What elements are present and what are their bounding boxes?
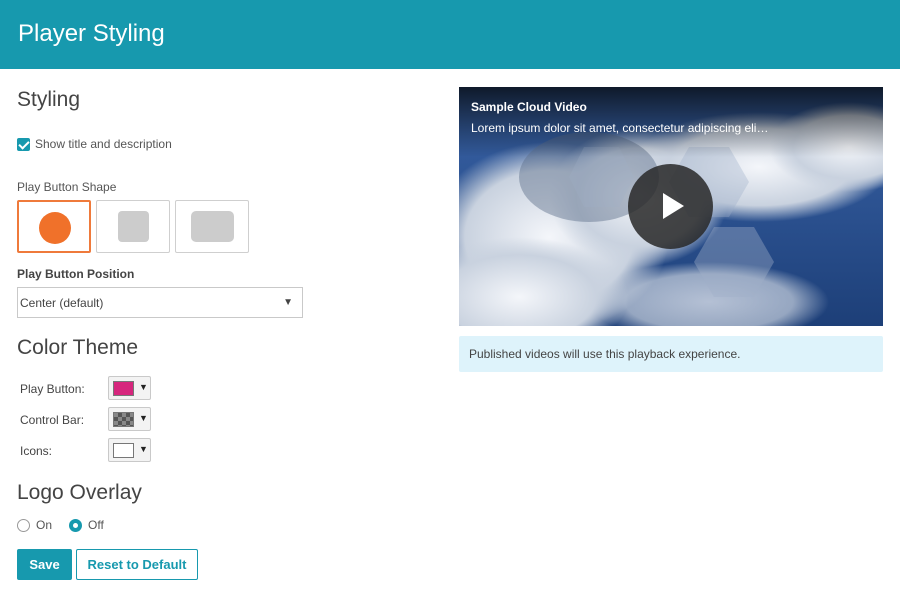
show-title-checkbox[interactable]: [17, 137, 30, 151]
play-button-color-label: Play Button:: [20, 382, 85, 396]
control-bar-color-swatch: [113, 412, 134, 427]
video-preview[interactable]: Sample Cloud Video Lorem ipsum dolor sit…: [459, 87, 883, 326]
play-button[interactable]: [628, 164, 713, 249]
caret-down-icon: ▼: [139, 444, 148, 454]
logo-on-radio[interactable]: [17, 518, 30, 532]
shape-option-circle[interactable]: [17, 200, 91, 253]
video-description: Lorem ipsum dolor sit amet, consectetur …: [471, 121, 769, 135]
play-button-position-label: Play Button Position: [17, 267, 135, 281]
page-title: Player Styling: [18, 20, 165, 47]
reset-to-default-button[interactable]: Reset to Default: [76, 549, 198, 580]
logo-off-radio[interactable]: [69, 518, 82, 532]
circle-shape-icon: [39, 212, 71, 244]
icons-color-label: Icons:: [20, 444, 53, 458]
logo-overlay-on-option[interactable]: On: [17, 518, 52, 532]
square-shape-icon: [118, 211, 149, 242]
color-theme-heading: Color Theme: [17, 336, 138, 359]
control-bar-color-label: Control Bar:: [20, 413, 85, 427]
logo-on-label: On: [36, 518, 53, 532]
control-bar-color-picker[interactable]: ▼: [108, 407, 151, 431]
position-selected-value: Center (default): [20, 296, 104, 310]
rectangle-shape-icon: [191, 211, 234, 242]
info-banner: Published videos will use this playback …: [459, 336, 883, 372]
play-button-color-picker[interactable]: ▼: [108, 376, 151, 400]
play-button-shape-label: Play Button Shape: [17, 180, 117, 194]
logo-overlay-off-option[interactable]: Off: [69, 518, 104, 532]
styling-heading: Styling: [17, 88, 81, 111]
save-button[interactable]: Save: [17, 549, 72, 580]
icons-color-swatch: [113, 443, 134, 458]
icons-color-picker[interactable]: ▼: [108, 438, 151, 462]
chevron-down-icon: ▼: [283, 297, 293, 308]
logo-off-label: Off: [88, 518, 104, 532]
play-button-color-swatch: [113, 381, 134, 396]
info-text: Published videos will use this playback …: [469, 347, 741, 361]
shape-option-rectangle[interactable]: [175, 200, 249, 253]
caret-down-icon: ▼: [139, 382, 148, 392]
show-title-label: Show title and description: [35, 137, 172, 151]
page-header: Player Styling: [0, 0, 900, 69]
play-button-position-select[interactable]: Center (default) ▼: [17, 287, 303, 318]
show-title-checkbox-row[interactable]: Show title and description: [17, 137, 172, 151]
logo-overlay-heading: Logo Overlay: [17, 481, 142, 504]
video-title: Sample Cloud Video: [471, 100, 587, 114]
shape-option-square[interactable]: [96, 200, 170, 253]
caret-down-icon: ▼: [139, 413, 148, 423]
